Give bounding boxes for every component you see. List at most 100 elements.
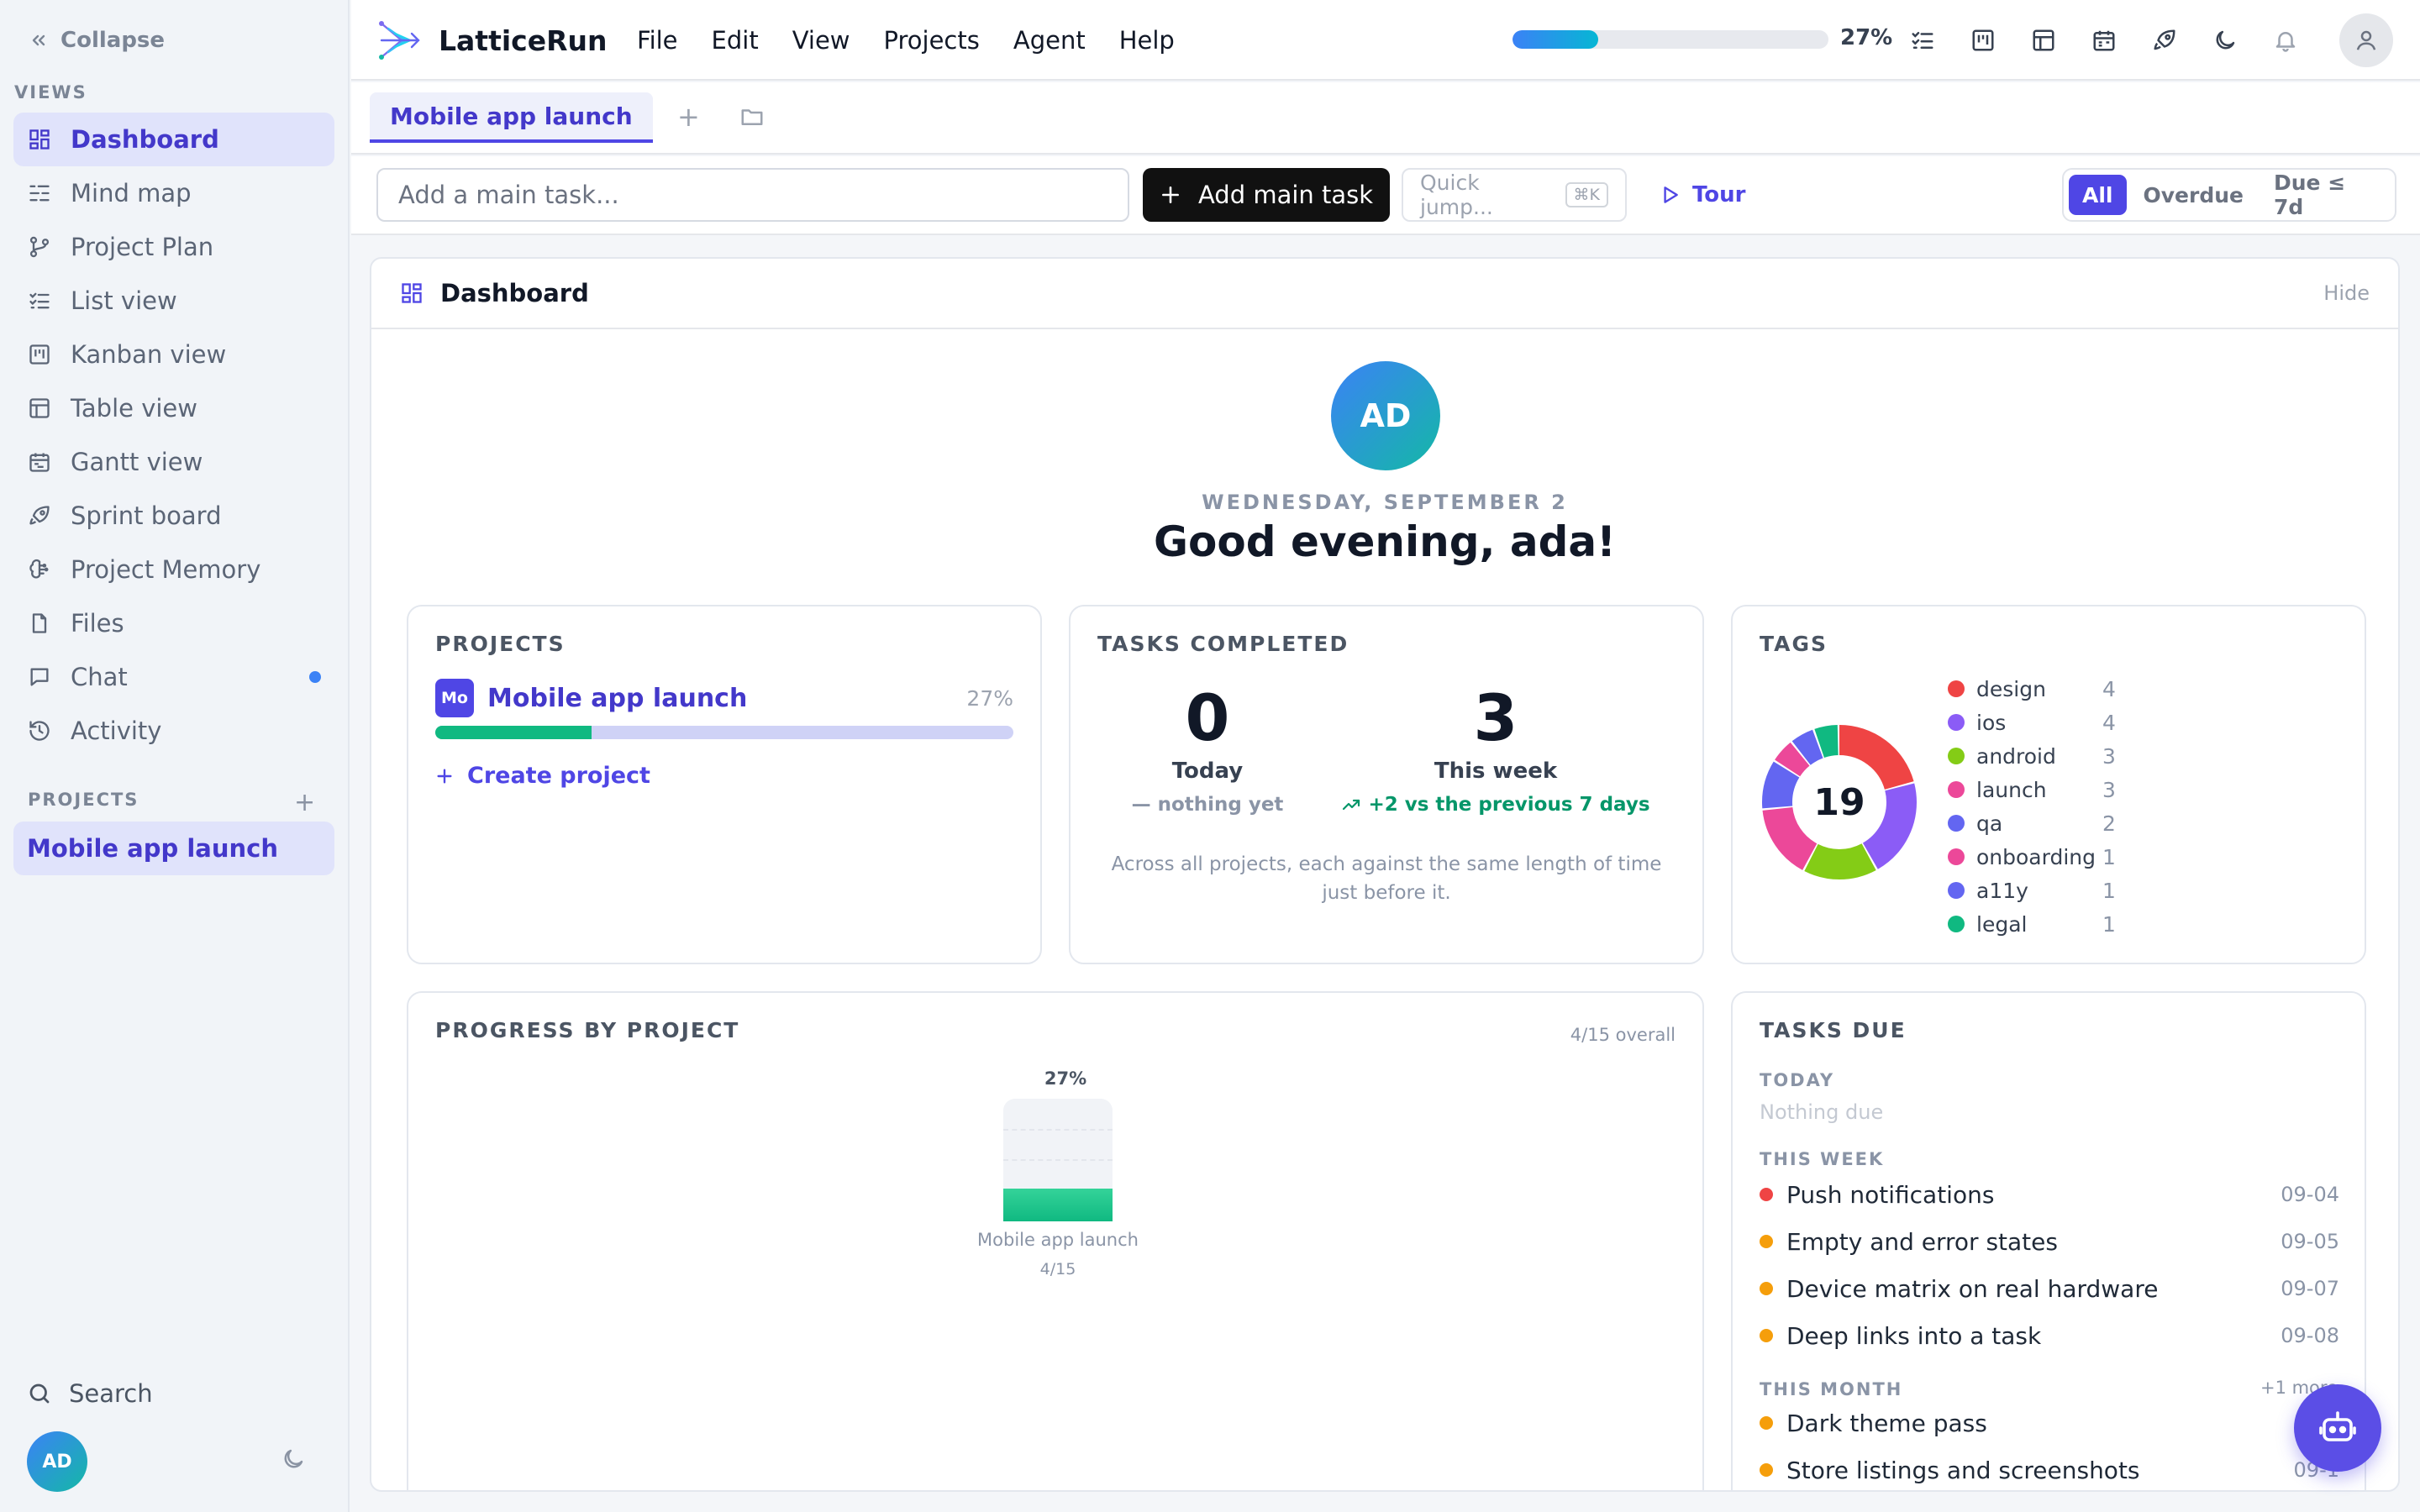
collapse-button[interactable]: Collapse xyxy=(29,24,165,57)
sidebar-item-mind-map[interactable]: Mind map xyxy=(13,166,334,220)
sidebar-item-label: Kanban view xyxy=(71,340,227,369)
menu-view[interactable]: View xyxy=(792,26,850,55)
add-tab-button[interactable]: + xyxy=(677,101,700,133)
kanban-button[interactable] xyxy=(1968,25,1998,55)
sidebar-item-files[interactable]: Files xyxy=(13,596,334,650)
tag-color-dot xyxy=(1948,748,1965,764)
filter-all[interactable]: All xyxy=(2069,175,2127,215)
hide-dashboard-button[interactable]: Hide xyxy=(2323,281,2370,305)
tab-mobile-app-launch[interactable]: Mobile app launch xyxy=(370,92,653,143)
week-delta: +2 vs the previous 7 days xyxy=(1328,794,1664,816)
menu-help[interactable]: Help xyxy=(1119,26,1175,55)
tag-row[interactable]: ios 4 xyxy=(1948,706,2116,739)
dashboard-panel: Dashboard Hide AD WEDNESDAY, SEPTEMBER 2… xyxy=(370,257,2400,1492)
tour-label: Tour xyxy=(1692,182,1746,207)
calendar-button[interactable] xyxy=(2089,25,2119,55)
tag-row[interactable]: launch 3 xyxy=(1948,773,2116,806)
tag-name: launch xyxy=(1976,777,2047,802)
chat-icon xyxy=(27,664,52,690)
theme-toggle-button[interactable] xyxy=(281,1446,306,1475)
due-today-label: TODAY xyxy=(1760,1070,1835,1090)
dashboard-header: Dashboard Hide xyxy=(371,259,2398,329)
quick-jump-button[interactable]: Quick jump... ⌘K xyxy=(1402,168,1627,222)
sidebar-item-label: Project Plan xyxy=(71,233,214,261)
top-bar: LatticeRun File Edit View Projects Agent… xyxy=(351,0,2420,81)
sidebar-item-dashboard[interactable]: Dashboard xyxy=(13,113,334,166)
due-task-name: Deep links into a task xyxy=(1786,1321,2042,1350)
sidebar-item-list-view[interactable]: List view xyxy=(13,274,334,328)
unread-dot xyxy=(309,671,321,683)
due-task-date: 09-05 xyxy=(2281,1230,2339,1253)
tag-row[interactable]: legal 1 xyxy=(1948,907,2116,941)
add-project-button[interactable]: + xyxy=(294,788,315,817)
sidebar-project-item[interactable]: Mobile app launch xyxy=(13,822,334,875)
tags-total: 19 xyxy=(1813,780,1865,824)
priority-dot xyxy=(1760,1463,1773,1477)
sidebar-item-activity[interactable]: Activity xyxy=(13,704,334,758)
due-task-date: 09-04 xyxy=(2281,1183,2339,1206)
brand[interactable]: LatticeRun xyxy=(376,18,608,62)
sidebar-item-kanban-view[interactable]: Kanban view xyxy=(13,328,334,381)
table-button[interactable] xyxy=(2028,25,2059,55)
overall-progress-bar xyxy=(1512,30,1828,49)
notifications-button[interactable] xyxy=(2270,25,2301,55)
tag-row[interactable]: a11y 1 xyxy=(1948,874,2116,907)
tags-donut: 19 xyxy=(1761,724,1918,880)
filter-due-7d[interactable]: Due ≤ 7d xyxy=(2260,171,2390,219)
tour-button[interactable]: Tour xyxy=(1659,168,1745,222)
create-project-label: Create project xyxy=(467,763,650,789)
progress-by-project-card: PROGRESS BY PROJECT 4/15 overall 27% Mob… xyxy=(407,991,1704,1490)
moon-icon xyxy=(284,1449,303,1468)
sidebar-item-gantt-view[interactable]: Gantt view xyxy=(13,435,334,489)
main-task-input[interactable] xyxy=(376,168,1129,222)
account-button[interactable] xyxy=(2339,13,2393,67)
app-name: LatticeRun xyxy=(439,24,608,57)
tasks-button[interactable] xyxy=(1907,25,1938,55)
sidebar-item-label: List view xyxy=(71,286,177,315)
tag-row[interactable]: qa 2 xyxy=(1948,806,2116,840)
tag-color-dot xyxy=(1948,815,1965,832)
search-button[interactable]: Search xyxy=(27,1379,153,1408)
user-avatar[interactable]: AD xyxy=(27,1431,87,1492)
moon-icon xyxy=(2216,30,2235,50)
tag-row[interactable]: android 3 xyxy=(1948,739,2116,773)
create-project-button[interactable]: Create project xyxy=(435,763,650,789)
filter-overdue[interactable]: Overdue xyxy=(2130,175,2257,215)
sidebar-item-chat[interactable]: Chat xyxy=(13,650,334,704)
due-task-date: 09-08 xyxy=(2281,1324,2339,1347)
tag-name: legal xyxy=(1976,911,2028,937)
tag-row[interactable]: onboarding 1 xyxy=(1948,840,2116,874)
agent-assistant-button[interactable] xyxy=(2294,1384,2381,1472)
sidebar-item-sprint-board[interactable]: Sprint board xyxy=(13,489,334,543)
sidebar-item-table-view[interactable]: Table view xyxy=(13,381,334,435)
open-folder-button[interactable] xyxy=(739,104,765,133)
due-task-row[interactable]: Dark theme pass 09 xyxy=(1760,1406,2339,1440)
add-main-task-button[interactable]: Add main task xyxy=(1143,168,1390,222)
project-row[interactable]: Mo Mobile app launch 27% xyxy=(435,679,1013,717)
table-icon xyxy=(2033,29,2054,51)
due-task-row[interactable]: Push notifications 09-04 xyxy=(1760,1178,2339,1211)
menu-projects[interactable]: Projects xyxy=(884,26,980,55)
due-task-row[interactable]: Device matrix on real hardware 09-07 xyxy=(1760,1272,2339,1305)
sidebar-item-project-plan[interactable]: Project Plan xyxy=(13,220,334,274)
sprint-button[interactable] xyxy=(2149,25,2180,55)
tag-color-dot xyxy=(1948,916,1965,932)
bar-gridline xyxy=(1003,1129,1113,1131)
project-name: Mobile app launch xyxy=(487,683,748,713)
menu-file[interactable]: File xyxy=(637,26,678,55)
calendar-icon xyxy=(2093,30,2115,51)
tag-list: design 4 ios 4 android 3 launch 3 qa 2 onboarding 1… xyxy=(1948,672,2116,941)
tasks-completed-note: Across all projects, each against the sa… xyxy=(1111,853,1662,904)
due-task-row[interactable]: Empty and error states 09-05 xyxy=(1760,1225,2339,1258)
menu-edit[interactable]: Edit xyxy=(712,26,759,55)
rocket-icon xyxy=(27,503,52,528)
search-label: Search xyxy=(69,1379,153,1408)
theme-button[interactable] xyxy=(2210,25,2240,55)
mind-map-icon xyxy=(27,181,52,206)
due-task-row[interactable]: Deep links into a task 09-08 xyxy=(1760,1319,2339,1352)
tag-row[interactable]: design 4 xyxy=(1948,672,2116,706)
sidebar-item-project-memory[interactable]: Project Memory xyxy=(13,543,334,596)
menu-agent[interactable]: Agent xyxy=(1013,26,1086,55)
due-task-row[interactable]: Store listings and screenshots 09-1 xyxy=(1760,1453,2339,1487)
tags-card: TAGS 19 design 4 ios 4 android 3 launch 3 qa 2 onb… xyxy=(1731,605,2366,964)
